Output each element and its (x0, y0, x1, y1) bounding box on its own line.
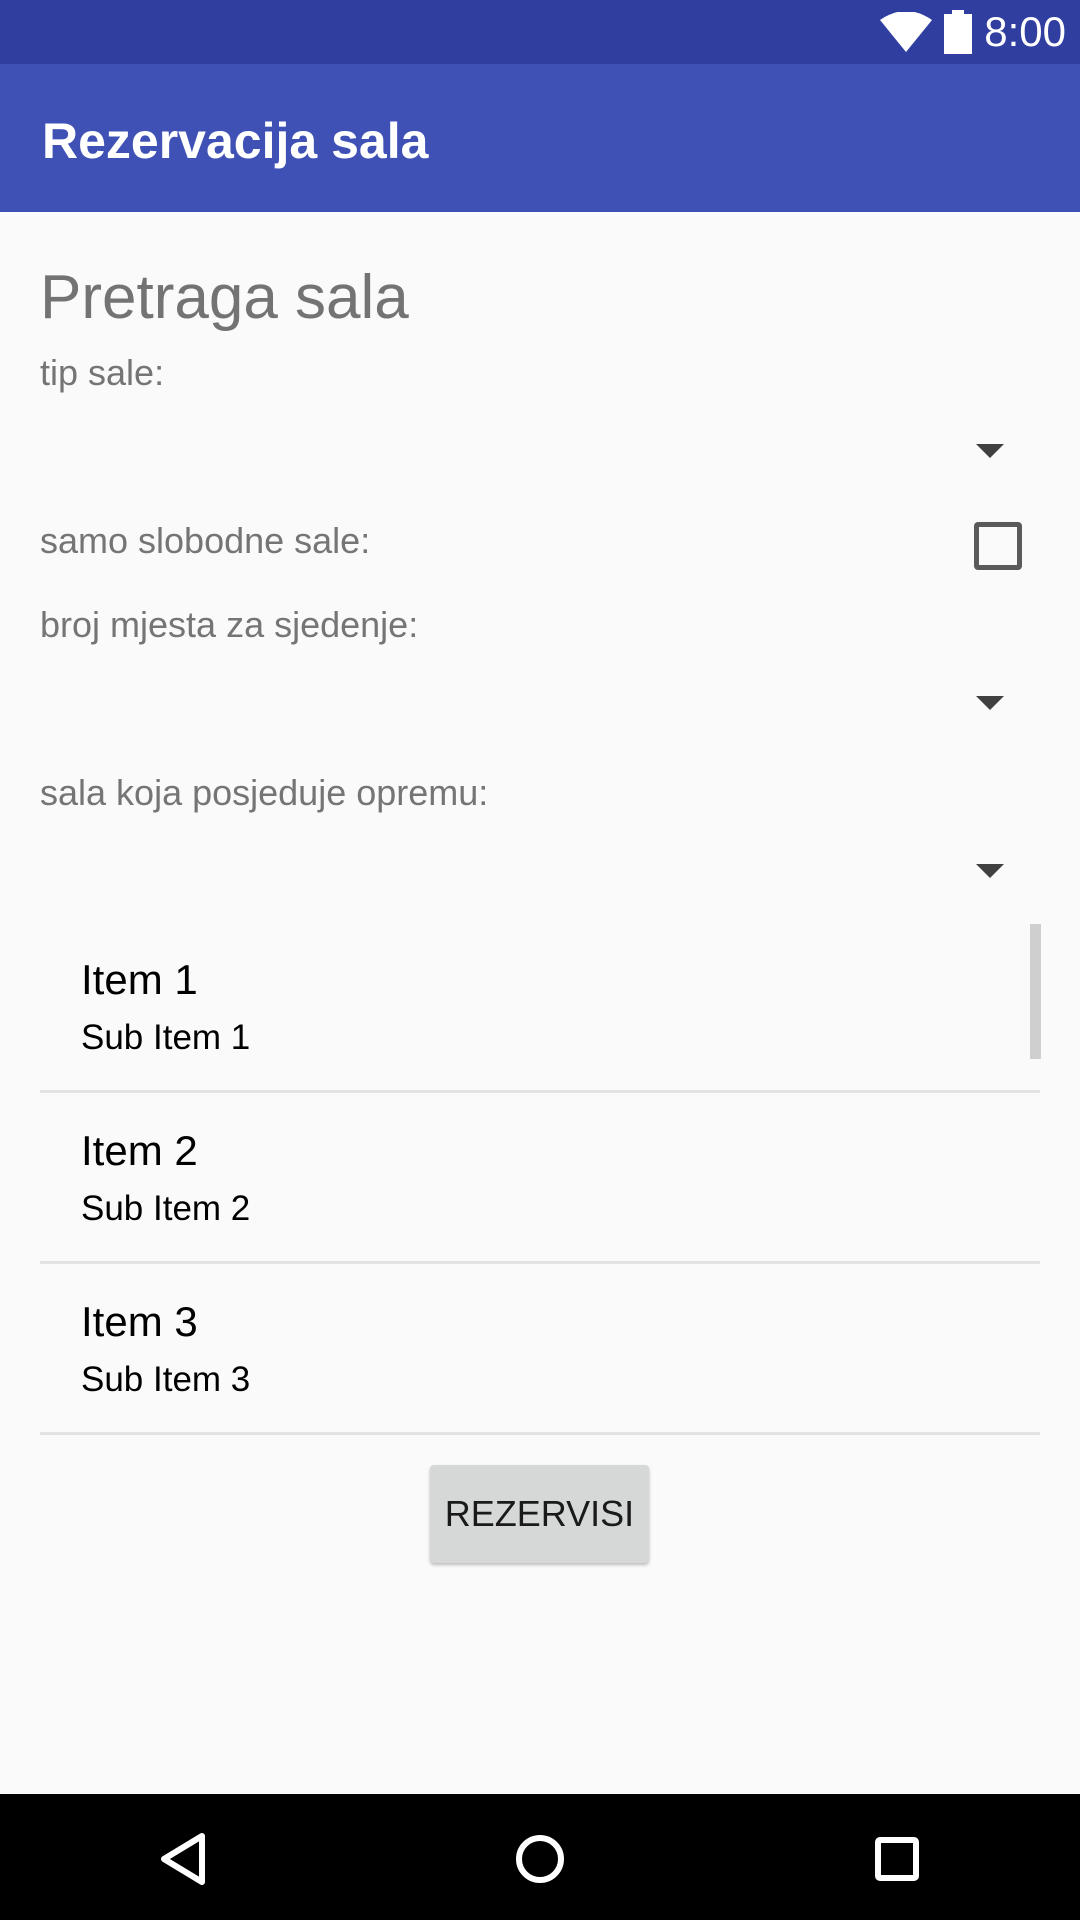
list-item[interactable]: Item 2 Sub Item 2 (40, 1093, 1040, 1264)
dropdown-arrow-icon (976, 864, 1004, 878)
room-type-dropdown[interactable] (40, 412, 1040, 492)
status-icons: 8:00 (880, 0, 1066, 64)
equipment-dropdown[interactable] (40, 832, 1040, 912)
home-icon (516, 1835, 564, 1883)
reserve-button[interactable]: REZERVISI (430, 1465, 649, 1563)
list-item-subtitle: Sub Item 2 (81, 1189, 251, 1228)
status-bar: 8:00 (0, 0, 1080, 64)
list-item-title: Item 3 (81, 1298, 198, 1345)
recents-icon (875, 1837, 919, 1881)
list-item[interactable]: Item 1 Sub Item 1 (40, 922, 1040, 1093)
list-scrollbar[interactable] (1030, 924, 1041, 1059)
navigation-bar (0, 1794, 1080, 1920)
dropdown-arrow-icon (976, 444, 1004, 458)
page-title: Pretraga sala (40, 263, 409, 332)
home-button[interactable] (505, 1824, 575, 1894)
battery-icon (944, 10, 973, 54)
room-list: Item 1 Sub Item 1 Item 2 Sub Item 2 Item… (40, 922, 1040, 1435)
back-icon (161, 1833, 205, 1885)
seats-dropdown[interactable] (40, 664, 1040, 744)
list-item-title: Item 1 (81, 956, 198, 1003)
list-item-subtitle: Sub Item 1 (81, 1018, 251, 1057)
app-bar: Rezervacija sala (0, 64, 1080, 212)
list-item[interactable]: Item 3 Sub Item 3 (40, 1264, 1040, 1435)
free-only-label: samo slobodne sale: (40, 520, 371, 561)
equipment-label: sala koja posjeduje opremu: (40, 772, 489, 813)
app-title: Rezervacija sala (42, 113, 429, 169)
list-item-subtitle: Sub Item 3 (81, 1360, 251, 1399)
list-item-title: Item 2 (81, 1127, 198, 1174)
seats-label: broj mjesta za sjedenje: (40, 604, 419, 645)
recents-button[interactable] (862, 1824, 932, 1894)
dropdown-arrow-icon (976, 696, 1004, 710)
status-time: 8:00 (984, 8, 1066, 55)
wifi-icon (880, 12, 933, 52)
back-button[interactable] (148, 1824, 218, 1894)
room-type-label: tip sale: (40, 352, 165, 393)
free-only-checkbox[interactable] (974, 522, 1022, 570)
